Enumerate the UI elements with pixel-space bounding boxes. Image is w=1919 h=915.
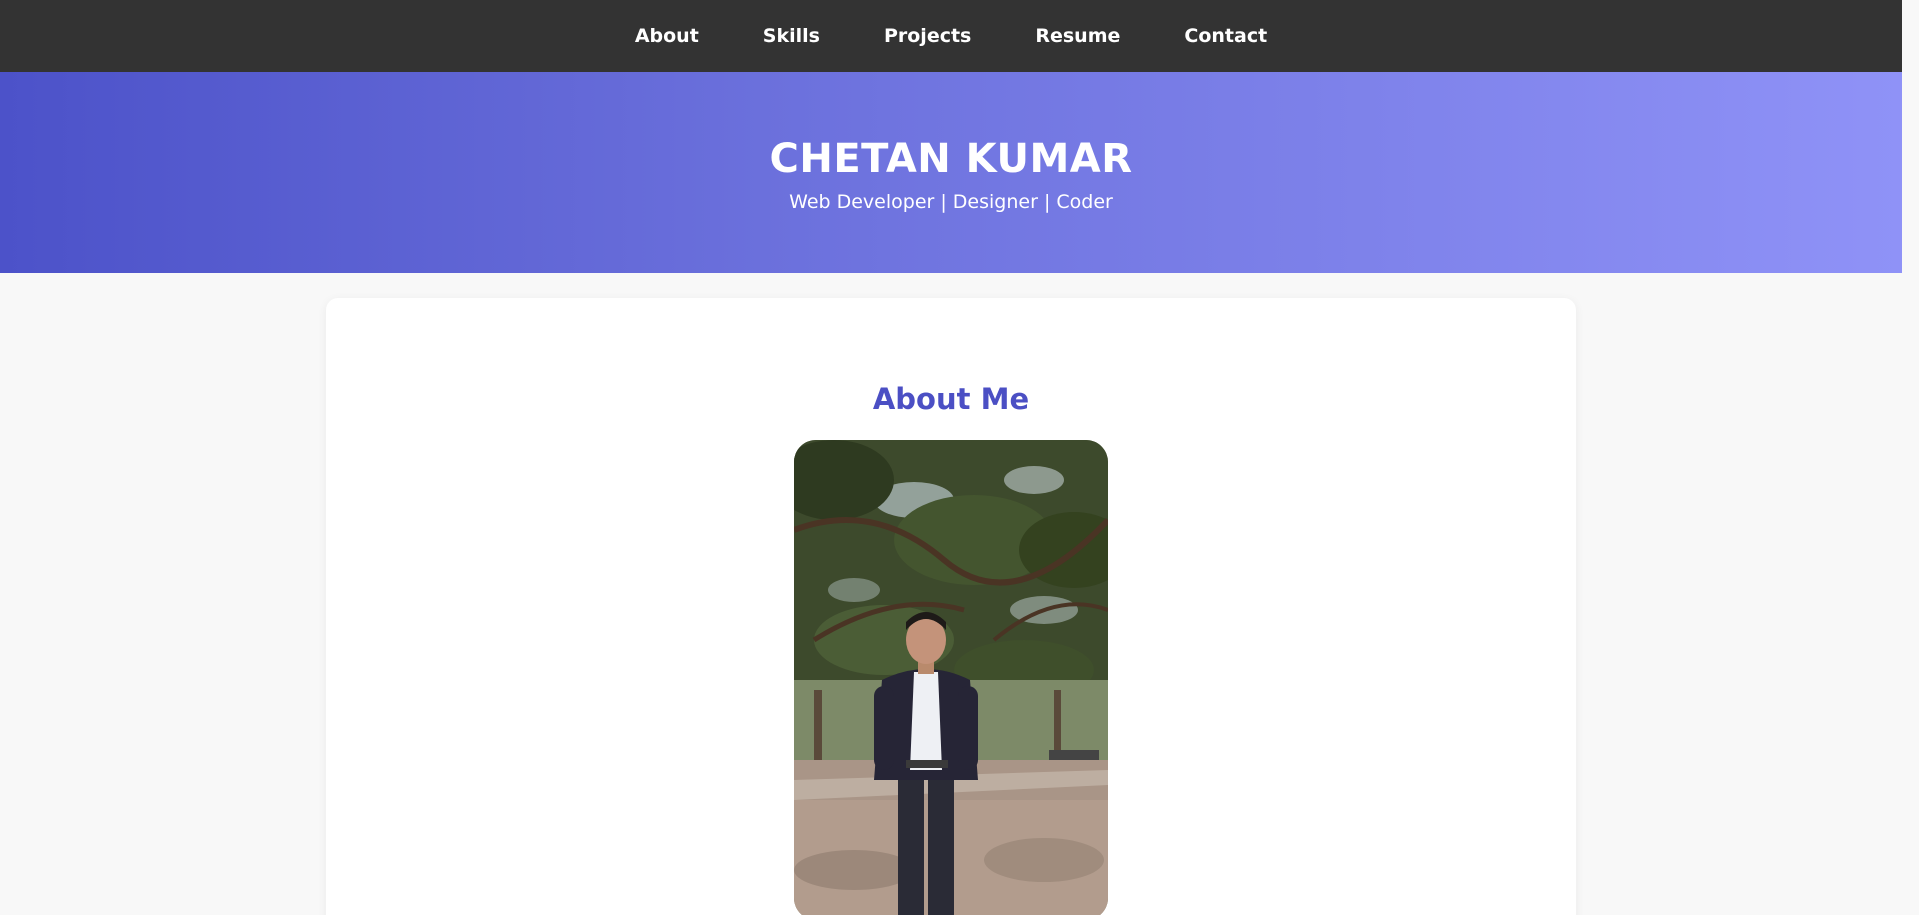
hero-subtitle: Web Developer | Designer | Coder [789,191,1113,213]
nav-link-projects[interactable]: Projects [884,25,971,47]
nav-link-contact[interactable]: Contact [1184,25,1267,47]
nav-link-skills[interactable]: Skills [763,25,820,47]
about-section-title: About Me [872,382,1030,416]
page: About Skills Projects Resume Contact CHE… [0,0,1902,915]
hero-banner: CHETAN KUMAR Web Developer | Designer | … [0,72,1902,273]
nav-link-about[interactable]: About [635,25,699,47]
nav-link-resume[interactable]: Resume [1035,25,1120,47]
about-section-card: About Me [326,298,1576,915]
hero-title: CHETAN KUMAR [769,136,1133,182]
profile-photo [794,440,1108,915]
navbar: About Skills Projects Resume Contact [0,0,1902,72]
